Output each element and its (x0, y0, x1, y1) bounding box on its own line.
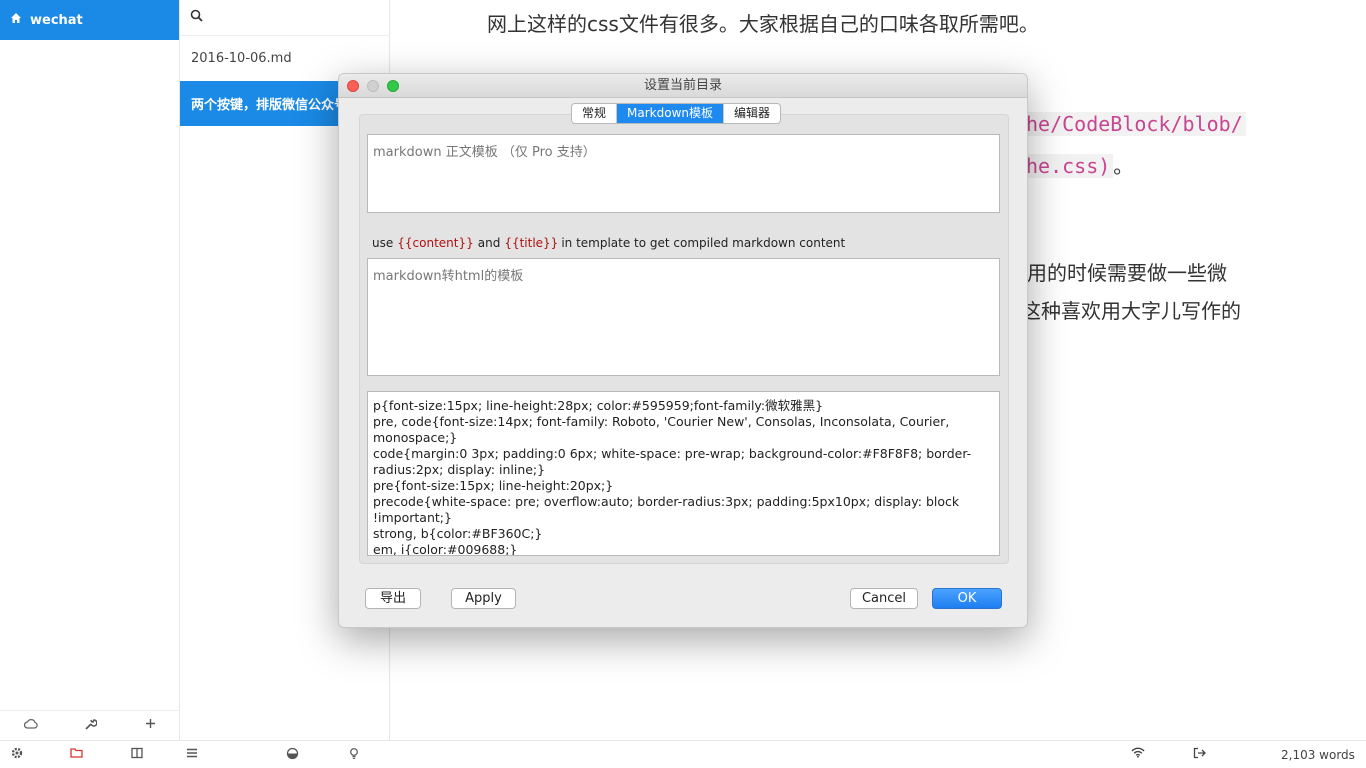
settings-dialog: 设置当前目录 markdown 正文模板 （仅 Pro 支持） use {{con… (338, 73, 1028, 628)
css-line: pre{font-size:15px; line-height:20px;} (373, 478, 994, 494)
css-text: code{margin:0 3px; padding:0 6px; white-… (373, 446, 972, 477)
css-editor[interactable]: p{font-size:15px; line-height:28px; colo… (367, 391, 1000, 556)
home-icon (10, 12, 24, 28)
code-link[interactable]: he/CodeBlock/blob/ (1023, 112, 1246, 136)
css-line: code{margin:0 3px; padding:0 6px; white-… (373, 446, 994, 478)
sidebar-toolbar (0, 710, 180, 740)
body-template-placeholder: markdown 正文模板 （仅 Pro 支持） (373, 145, 596, 160)
code-link[interactable]: he.css) (1023, 154, 1114, 178)
folder-icon[interactable] (70, 747, 84, 763)
settings-icon[interactable] (11, 747, 23, 763)
apply-button[interactable]: Apply (451, 588, 516, 609)
hint-text: in template to get compiled markdown con… (561, 236, 846, 250)
search-bar[interactable] (180, 0, 389, 36)
editor-line: he/CodeBlock/blob/ (1023, 112, 1246, 136)
editor-line: 这种喜欢用大字儿写作的 (1021, 299, 1241, 323)
css-text: p{font-size:15px; line-height:28px; colo… (373, 398, 824, 413)
template-hint: use {{content}} and {{title}} in template to… (372, 236, 845, 250)
bulb-icon[interactable] (348, 747, 360, 764)
body-template-field[interactable]: markdown 正文模板 （仅 Pro 支持） (367, 134, 1000, 213)
file-name: 2016-10-06.md (191, 51, 292, 66)
tab-general[interactable]: 常规 (572, 104, 618, 123)
folder-item-wechat[interactable]: wechat (0, 0, 179, 40)
html-template-field[interactable]: markdown转html的模板 (367, 258, 1000, 376)
close-button[interactable] (347, 80, 359, 92)
editor-line: 网上这样的css文件有很多。大家根据自己的口味各取所需吧。 (487, 12, 1039, 36)
css-text: pre{font-size:15px; line-height:20px;} (373, 478, 614, 493)
content-token: {{content}} (397, 236, 474, 250)
status-bar: 2,103 words (0, 740, 1366, 768)
minimize-button[interactable] (367, 80, 379, 92)
settings-panel: markdown 正文模板 （仅 Pro 支持） use {{content}} a… (359, 114, 1009, 564)
wrench-icon[interactable] (85, 718, 99, 734)
editor-line: he.css)。 (1023, 150, 1133, 179)
css-text: pre, code{font-size:14px; font-family: R… (373, 414, 950, 445)
css-text: strong, b{color:#BF360C;} (373, 526, 543, 541)
hint-text: use (372, 236, 394, 250)
css-line: strong, b{color:#BF360C;} (373, 526, 994, 542)
tab-editor[interactable]: 编辑器 (724, 104, 780, 123)
hint-text: and (477, 236, 501, 250)
word-count: 2,103 words (1281, 748, 1355, 762)
css-line: pre, code{font-size:14px; font-family: R… (373, 414, 994, 446)
dialog-title: 设置当前目录 (643, 78, 722, 93)
dialog-titlebar: 设置当前目录 (339, 74, 1027, 98)
split-view-icon[interactable] (131, 747, 143, 763)
wifi-icon[interactable] (1131, 747, 1145, 762)
css-line: p{font-size:15px; line-height:28px; colo… (373, 398, 994, 414)
editor-line: 用的时候需要做一些微 (1027, 261, 1227, 285)
menu-icon[interactable] (186, 747, 198, 763)
folder-label: wechat (30, 12, 83, 28)
export-icon[interactable] (1193, 747, 1206, 763)
ok-button[interactable]: OK (932, 588, 1002, 609)
theme-icon[interactable] (286, 747, 299, 764)
export-button[interactable]: 导出 (365, 588, 421, 609)
css-line: em, i{color:#009688;} (373, 542, 994, 556)
html-template-placeholder: markdown转html的模板 (373, 269, 524, 284)
cloud-sync-icon[interactable] (23, 718, 38, 734)
app-window: wechat 2016-10-06.md 两个按键，排版微信公众号 网上这样的c… (0, 0, 1366, 768)
maximize-button[interactable] (387, 80, 399, 92)
css-line: precode{white-space: pre; overflow:auto;… (373, 494, 994, 526)
css-text: precode{white-space: pre; overflow:auto;… (373, 494, 960, 525)
cancel-button[interactable]: Cancel (850, 588, 918, 609)
search-icon[interactable] (190, 9, 203, 26)
file-name: 两个按键，排版微信公众号 (191, 98, 348, 113)
title-token: {{title}} (504, 236, 559, 250)
folder-sidebar: wechat (0, 0, 180, 740)
plus-icon[interactable] (145, 718, 156, 733)
dialog-tabs: 常规 Markdown模板 编辑器 (571, 103, 782, 124)
tab-markdown-template[interactable]: Markdown模板 (617, 104, 724, 123)
punctuation: 。 (1113, 154, 1134, 178)
css-text: em, i{color:#009688;} (373, 542, 518, 556)
